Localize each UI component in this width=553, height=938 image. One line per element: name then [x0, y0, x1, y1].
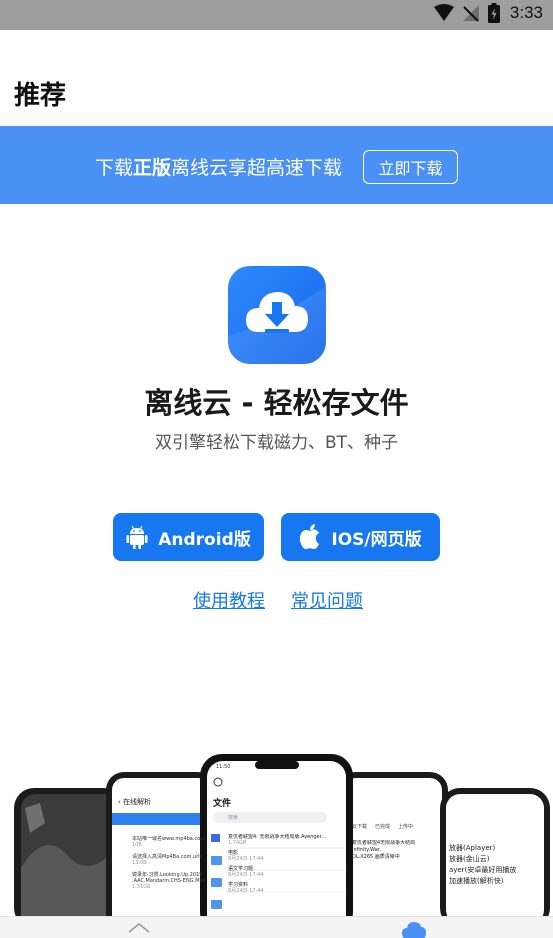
battery-icon	[487, 3, 500, 23]
app-description: 双引擎轻松下载磁力、BT、种子	[154, 433, 399, 453]
left-phone-back-label: 在线解析	[123, 798, 152, 806]
page-title: 推荐	[14, 81, 67, 111]
center-phone-list: 复仇者联盟4: 无限战争大结局版.Avenger... 1.74GB 电影 8月…	[228, 834, 336, 894]
status-time: 3:33	[509, 3, 543, 22]
android-icon	[126, 525, 148, 549]
far-right-phone-row: ayer(安卓最好用播放	[449, 866, 517, 874]
download-now-button[interactable]: 立即下载	[363, 150, 458, 184]
status-bar: 3:33	[0, 0, 553, 30]
ios-download-label: IOS/网页版	[331, 529, 422, 550]
android-download-label: Android版	[158, 529, 251, 550]
apple-icon	[300, 524, 320, 549]
right-phone-tab: 云下载	[352, 824, 368, 830]
left-phone-back: ‹ 在线解析	[118, 798, 152, 806]
chevron-up-icon[interactable]	[127, 922, 151, 934]
wifi-icon	[433, 4, 454, 21]
banner-text-bold: 正版	[133, 157, 172, 179]
cloud-icon[interactable]	[400, 919, 428, 938]
cloud-download-icon	[228, 286, 326, 364]
signal-icon	[462, 5, 479, 22]
android-download-button[interactable]: Android版	[113, 513, 264, 561]
left-phone-meta: 13.0B	[132, 860, 147, 866]
right-phone-list: 复仇者联盟4无限战争大结局 Infinity.War. DL.X265.画质清晰…	[352, 840, 432, 861]
promo-banner: 下载正版离线云享超高速下载 立即下载	[0, 126, 553, 204]
right-phone-tab: 上传中	[398, 824, 414, 830]
center-phone-meta: 1.74GB	[228, 840, 247, 846]
right-phone-tabs: 云下载 已完成 上传中	[352, 823, 413, 830]
ios-download-button[interactable]: IOS/网页版	[281, 513, 440, 561]
phones-illustration: ‹ 在线解析 本站唯一域名www.mp4ba.com 10B 请选择入高清Mp4…	[0, 748, 553, 918]
left-phone-list: 本站唯一域名www.mp4ba.com 10B 请选择入高清Mp4Ba.com.…	[132, 836, 208, 906]
banner-text: 下载正版离线云享超高速下载	[95, 153, 342, 180]
left-phone-meta: 1.31GB	[132, 884, 151, 890]
center-phone-title: 文件	[213, 799, 232, 809]
right-phone-row: DL.X265.画质清晰中	[352, 854, 400, 860]
faq-link[interactable]: 常见问题	[291, 587, 363, 613]
far-right-phone-row: 放器(金山云)	[449, 855, 490, 863]
center-phone-meta: 8月24日 17:44	[228, 888, 264, 894]
left-phone-meta: 10B	[132, 842, 142, 848]
center-phone-meta: 8月24日 17:44	[228, 872, 264, 878]
banner-text-suffix: 离线云享超高速下载	[171, 157, 343, 179]
center-phone-time: 11:50	[216, 764, 231, 770]
app-logo	[228, 266, 326, 364]
page-header: 推荐	[0, 30, 553, 126]
left-phone-row: 本站唯一域名www.mp4ba.com	[132, 836, 206, 842]
right-phone-row: Infinity.War.	[352, 847, 382, 853]
right-phone-tab: 已完成	[375, 824, 391, 830]
tutorial-link[interactable]: 使用教程	[193, 587, 265, 613]
far-right-phone-row: 加速播放(解析快)	[449, 877, 504, 885]
status-icons: 3:33	[433, 3, 543, 23]
app-name: 离线云 - 轻松存文件	[144, 386, 409, 420]
right-phone-row: 复仇者联盟4无限战争大结局	[352, 840, 416, 846]
far-right-phone-row: 放器(Aplayer)	[449, 844, 496, 852]
center-phone-search: 搜索	[228, 815, 239, 821]
bottom-nav-bar	[0, 916, 553, 938]
far-right-phone-list: 放器(Aplayer) 放器(金山云) ayer(安卓最好用播放 加速播放(解析…	[449, 843, 541, 887]
banner-text-prefix: 下载	[95, 157, 134, 179]
center-phone-meta: 8月24日 17:44	[228, 856, 264, 862]
